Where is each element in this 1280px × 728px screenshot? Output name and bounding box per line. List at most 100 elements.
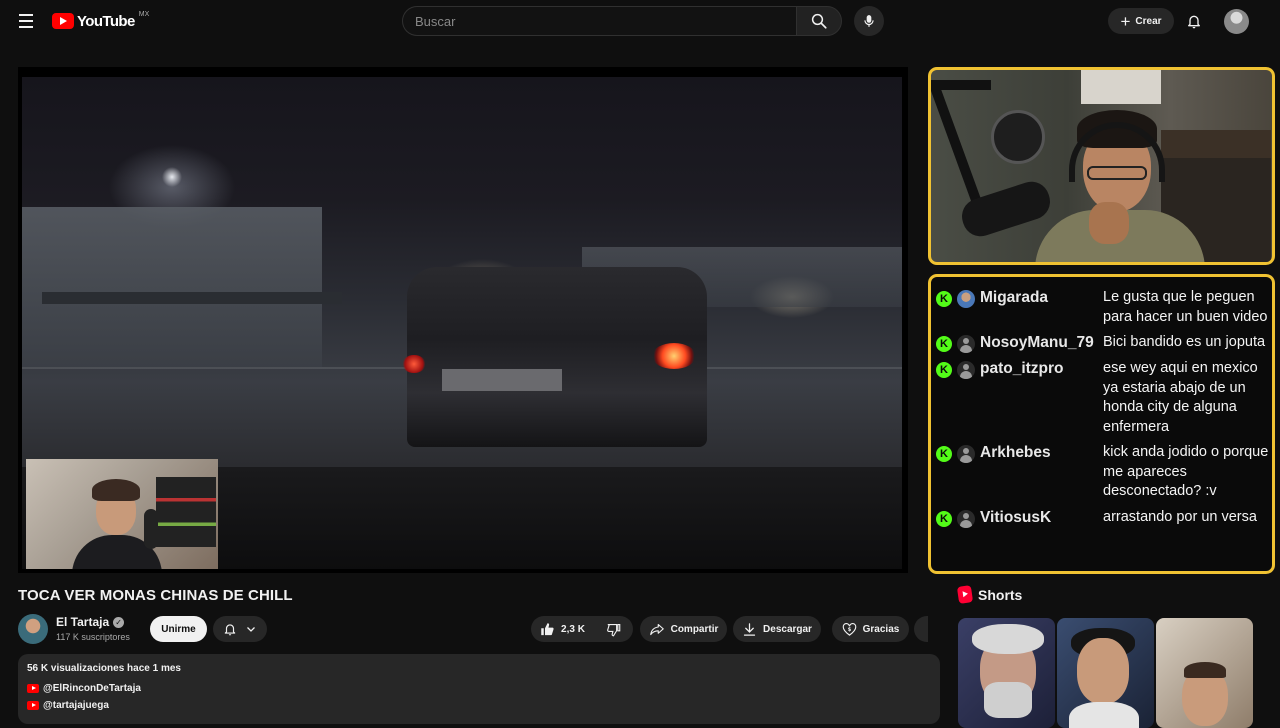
chat-user: K NosoyManu_79: [936, 332, 1103, 353]
search-icon: [811, 13, 827, 29]
description-link[interactable]: @ElRinconDeTartaja: [27, 680, 931, 697]
verified-icon: ✓: [113, 616, 125, 628]
thanks-button[interactable]: $ Gracias: [832, 616, 909, 642]
create-label: Crear: [1135, 15, 1162, 27]
download-button[interactable]: Descargar: [733, 616, 821, 642]
short-person-hair: [1184, 662, 1226, 678]
menu-icon[interactable]: [14, 10, 38, 32]
description-box[interactable]: 56 K visualizaciones hace 1 mes @ElRinco…: [18, 654, 940, 724]
chat-user: K pato_itzpro: [936, 358, 1103, 437]
logo-word: YouTube: [77, 12, 135, 30]
user-avatar-icon: [957, 290, 975, 308]
chat-text: kick anda jodido o porque me apareces de…: [1103, 444, 1269, 499]
bell-icon: [1188, 15, 1200, 29]
user-avatar-icon: [957, 335, 975, 353]
mic-icon: [864, 15, 874, 27]
youtube-mini-icon: [27, 701, 39, 710]
video-player[interactable]: [18, 67, 908, 573]
short-thumbnail[interactable]: [1057, 618, 1154, 728]
chat-text: Le gusta que le peguen para hacer un bue…: [1103, 289, 1268, 325]
account-avatar[interactable]: [1224, 9, 1249, 34]
chat-text: ese wey aqui en mexico ya estaria abajo …: [1103, 360, 1258, 435]
chat-username: pato_itzpro: [980, 360, 1064, 377]
chat-text: arrastando por un versa: [1103, 508, 1257, 525]
webcam-poster: [1081, 70, 1161, 104]
join-button[interactable]: Unirme: [150, 616, 207, 642]
notifications-button[interactable]: [1182, 9, 1206, 33]
subscriber-count: 117 K suscriptores: [56, 632, 130, 642]
short-person-head: [1077, 638, 1129, 704]
chevron-down-icon: [247, 627, 255, 632]
kick-badge-icon: K: [936, 510, 952, 527]
inset-person-hair: [92, 479, 140, 501]
chat-user: K Migarada: [936, 287, 1103, 327]
description-link-text[interactable]: @tartajajuega: [43, 700, 109, 711]
chat-user: K Arkhebes: [936, 442, 1103, 502]
svg-text:$: $: [847, 626, 851, 632]
dislike-button[interactable]: [594, 616, 633, 642]
chat-message: K VitiosusK arrastando por un versa: [931, 507, 1272, 528]
create-button[interactable]: + Crear: [1108, 8, 1174, 34]
channel-avatar[interactable]: [18, 614, 48, 644]
tail-light-right: [652, 343, 696, 369]
subscription-bell-button[interactable]: [213, 616, 267, 642]
user-avatar-icon: [957, 509, 975, 528]
shorts-icon: [956, 585, 974, 604]
search-box[interactable]: [402, 6, 796, 36]
webcam-glasses: [1087, 166, 1147, 180]
license-plate: [442, 369, 562, 391]
kick-badge-icon: K: [936, 362, 952, 378]
webcam-overlay: [928, 67, 1275, 265]
kick-badge-icon: K: [936, 336, 952, 352]
webcam-person-hand: [1089, 202, 1129, 244]
video-title: TOCA VER MONAS CHINAS DE CHILL: [18, 587, 293, 604]
thanks-icon: $: [842, 622, 856, 636]
mic-arm: [931, 82, 983, 208]
inset-shelf: [156, 477, 216, 547]
youtube-mini-icon: [27, 684, 39, 693]
kick-badge-icon: K: [936, 446, 952, 462]
search-input[interactable]: [415, 13, 796, 29]
plus-icon: +: [1120, 11, 1131, 31]
download-icon: [743, 622, 756, 636]
share-icon: [649, 623, 664, 635]
description-link-text[interactable]: @ElRinconDeTartaja: [43, 683, 141, 694]
shorts-title: Shorts: [978, 586, 1023, 603]
share-label: Compartir: [670, 623, 719, 635]
chat-user: K VitiosusK: [936, 507, 1103, 528]
short-thumbnail[interactable]: [1156, 618, 1253, 728]
thumbs-up-icon: [541, 622, 554, 635]
chat-message: K Migarada Le gusta que le peguen para h…: [931, 287, 1272, 327]
user-avatar-icon: [957, 361, 975, 379]
more-actions-button[interactable]: [914, 616, 928, 642]
awning: [42, 292, 342, 304]
chat-username: NosoyManu_79: [980, 334, 1094, 351]
user-avatar-icon: [957, 445, 975, 463]
chat-username: Migarada: [980, 289, 1049, 306]
like-button[interactable]: 2,3 K: [531, 616, 594, 642]
youtube-play-icon: [52, 13, 74, 29]
short-person-hair: [972, 624, 1044, 654]
short-thumbnail[interactable]: [958, 618, 1055, 728]
short-person-beard: [984, 682, 1032, 718]
mic-arm-top: [931, 80, 991, 90]
channel-name[interactable]: El Tartaja: [56, 615, 109, 629]
view-count-and-date: 56 K visualizaciones hace 1 mes: [27, 663, 181, 674]
video-frame[interactable]: [22, 77, 902, 569]
chat-username: VitiosusK: [980, 508, 1052, 526]
channel-name-row[interactable]: El Tartaja ✓: [56, 615, 125, 629]
description-link[interactable]: @tartajajuega: [27, 697, 931, 714]
share-button[interactable]: Compartir: [640, 616, 727, 642]
chat-text: Bici bandido es un joputa: [1103, 334, 1266, 350]
top-header: YouTube MX + Crear: [0, 0, 1280, 42]
voice-search-button[interactable]: [854, 6, 884, 36]
chat-message: K pato_itzpro ese wey aqui en mexico ya …: [931, 358, 1272, 437]
youtube-logo[interactable]: YouTube MX: [52, 11, 149, 31]
logo-country-code: MX: [138, 10, 150, 18]
shorts-header: Shorts: [956, 585, 1023, 604]
download-label: Descargar: [763, 623, 812, 635]
building-left: [22, 207, 322, 367]
tail-light-left: [402, 355, 426, 373]
search-button[interactable]: [796, 6, 842, 36]
chat-username: Arkhebes: [980, 444, 1051, 461]
